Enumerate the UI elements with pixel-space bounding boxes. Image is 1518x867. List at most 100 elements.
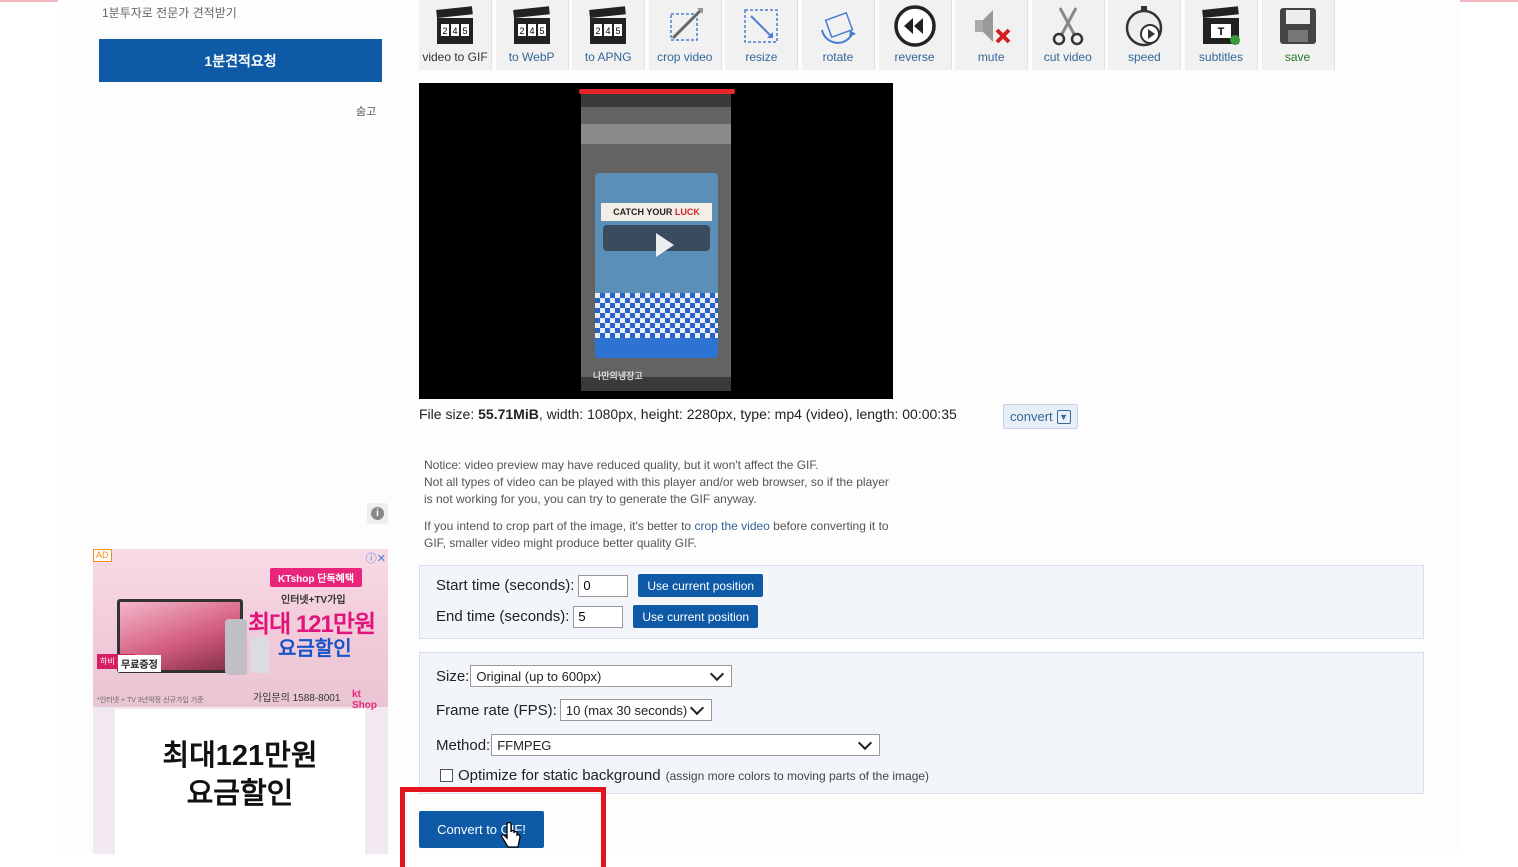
tool-reverse[interactable]: reverse [878, 0, 952, 70]
size-row: Size: Original (up to 600px) [436, 665, 733, 687]
tool-to-webp[interactable]: 245 to WebP [495, 0, 569, 70]
clapperboard-icon: 245 [589, 6, 627, 44]
tool-save[interactable]: save [1261, 0, 1335, 70]
tool-mute[interactable]: mute [955, 0, 1029, 70]
tool-to-apng[interactable]: 245 to APNG [572, 0, 646, 70]
svg-text:4: 4 [529, 26, 534, 36]
file-info-details: , width: 1080px, height: 2280px, type: m… [538, 406, 957, 422]
play-icon[interactable] [656, 233, 674, 257]
fps-value: 10 (max 30 seconds) [565, 702, 688, 718]
popup-title: CATCH YOUR LUCK [601, 203, 712, 221]
svg-text:5: 5 [616, 26, 621, 36]
chevron-down-icon [858, 735, 873, 751]
notice-line3: is not working for you, you can try to g… [424, 492, 757, 506]
end-use-current-button[interactable]: Use current position [633, 605, 759, 628]
tool-label: subtitles [1198, 50, 1243, 64]
quote-request-button[interactable]: 1분견적요청 [99, 39, 382, 82]
start-time-label: Start time (seconds): [436, 577, 575, 594]
hand-cursor-icon [500, 822, 521, 848]
time-options-panel: Start time (seconds): Use current positi… [419, 565, 1424, 639]
ad-card: 최대121만원 요금할인 [115, 709, 365, 854]
crop-notice-pre: If you intend to crop part of the image,… [424, 519, 695, 533]
tool-rotate[interactable]: rotate [801, 0, 875, 70]
notice-text: Notice: video preview may have reduced q… [424, 457, 944, 562]
tool-label: cut video [1043, 50, 1092, 64]
output-options-panel: Size: Original (up to 600px) Frame rate … [419, 652, 1424, 794]
ad-card-line1: 최대121만원 [162, 740, 318, 772]
ad-card-line2: 요금할인 [186, 778, 294, 810]
popup-title-highlight: LUCK [674, 207, 700, 217]
end-time-input[interactable] [573, 605, 624, 628]
download-arrow-icon: ▼ [1056, 409, 1071, 424]
stopwatch-icon [1126, 6, 1163, 47]
svg-text:2: 2 [519, 26, 524, 36]
tool-label: reverse [894, 50, 935, 64]
vacuum-image [225, 619, 247, 675]
tool-label: save [1284, 50, 1311, 64]
fps-select[interactable]: 10 (max 30 seconds) [559, 699, 712, 721]
optimize-label[interactable]: Optimize for static background [458, 767, 661, 784]
start-use-current-button[interactable]: Use current position [638, 574, 764, 597]
popup-title-text: CATCH YOUR [613, 207, 675, 217]
fps-row: Frame rate (FPS): 10 (max 30 seconds) [436, 699, 712, 721]
svg-text:4: 4 [452, 26, 457, 36]
method-label: Method: [436, 736, 491, 754]
tool-resize[interactable]: resize [725, 0, 799, 70]
crop-video-link[interactable]: crop the video [694, 519, 769, 533]
svg-text:2: 2 [442, 26, 447, 36]
tool-speed[interactable]: speed [1108, 0, 1182, 70]
popup-buttons [595, 338, 718, 358]
start-time-input[interactable] [578, 574, 629, 597]
ad-info-button[interactable]: i [367, 503, 388, 524]
clapperboard-subtitles-icon: T [1202, 6, 1240, 45]
info-icon: i [371, 507, 384, 520]
tool-label: video to GIF [422, 50, 488, 64]
size-select[interactable]: Original (up to 600px) [470, 665, 733, 687]
tool-label: crop video [657, 50, 713, 64]
video-red-bar [579, 89, 735, 94]
tool-label: to WebP [508, 50, 555, 64]
tool-label: mute [977, 50, 1005, 64]
speaker-mute-icon [975, 10, 1011, 44]
crop-notice-line2: GIF, smaller video might produce better … [424, 536, 697, 550]
optimize-checkbox[interactable] [440, 769, 453, 782]
popup-checker [595, 293, 718, 338]
tool-crop-video[interactable]: crop video [648, 0, 722, 70]
svg-text:2: 2 [596, 26, 601, 36]
svg-text:T: T [1218, 26, 1225, 38]
fps-label: Frame rate (FPS): [436, 701, 557, 719]
ad-small-print: *인터넷 + TV 3년약정 신규가입 기준 [97, 697, 204, 704]
convert-label: convert [1010, 409, 1053, 424]
tool-subtitles[interactable]: T subtitles [1184, 0, 1258, 70]
notice-line2: Not all types of video can be played wit… [424, 475, 889, 489]
method-value: FFMPEG [497, 737, 552, 753]
advertisement[interactable]: KTshop 단독혜택 인터넷+TV가입 최대 121만원 요금할인 하비 가전… [93, 549, 388, 854]
optimize-row: Optimize for static background (assign m… [440, 767, 929, 784]
file-size: 55.71MiB [478, 406, 539, 422]
svg-text:5: 5 [462, 26, 467, 36]
tool-toolbar: 245 video to GIF 245 to WebP 245 to APNG… [419, 0, 1338, 70]
chevron-down-icon [689, 700, 704, 716]
convert-button[interactable]: convert ▼ [1003, 404, 1078, 429]
method-row: Method: FFMPEG [436, 734, 881, 756]
size-label: Size: [436, 667, 470, 685]
tool-label: resize [745, 50, 778, 64]
tool-label: speed [1127, 50, 1161, 64]
phone-tabs [581, 124, 731, 144]
video-popup: CATCH YOUR LUCK [595, 173, 718, 358]
scissors-icon [1052, 7, 1083, 46]
svg-text:4: 4 [606, 26, 611, 36]
file-info: File size: 55.71MiB, width: 1080px, heig… [419, 406, 957, 422]
hide-ad-label[interactable]: 숨고 [356, 103, 376, 119]
tool-label: rotate [822, 50, 854, 64]
ad-close-icon[interactable]: ⓘ✕ [366, 550, 386, 566]
video-player[interactable]: CATCH YOUR LUCK 나만의냉장고 [419, 83, 893, 399]
floppy-disk-icon [1279, 8, 1316, 44]
crop-icon [670, 8, 703, 41]
method-select[interactable]: FFMPEG [491, 734, 881, 756]
tool-video-to-gif[interactable]: 245 video to GIF [419, 0, 492, 70]
start-time-row: Start time (seconds): Use current positi… [436, 574, 764, 597]
rotate-icon [820, 11, 856, 44]
tool-cut-video[interactable]: cut video [1031, 0, 1105, 70]
ad-kt-banner: KTshop 단독혜택 [270, 568, 363, 587]
